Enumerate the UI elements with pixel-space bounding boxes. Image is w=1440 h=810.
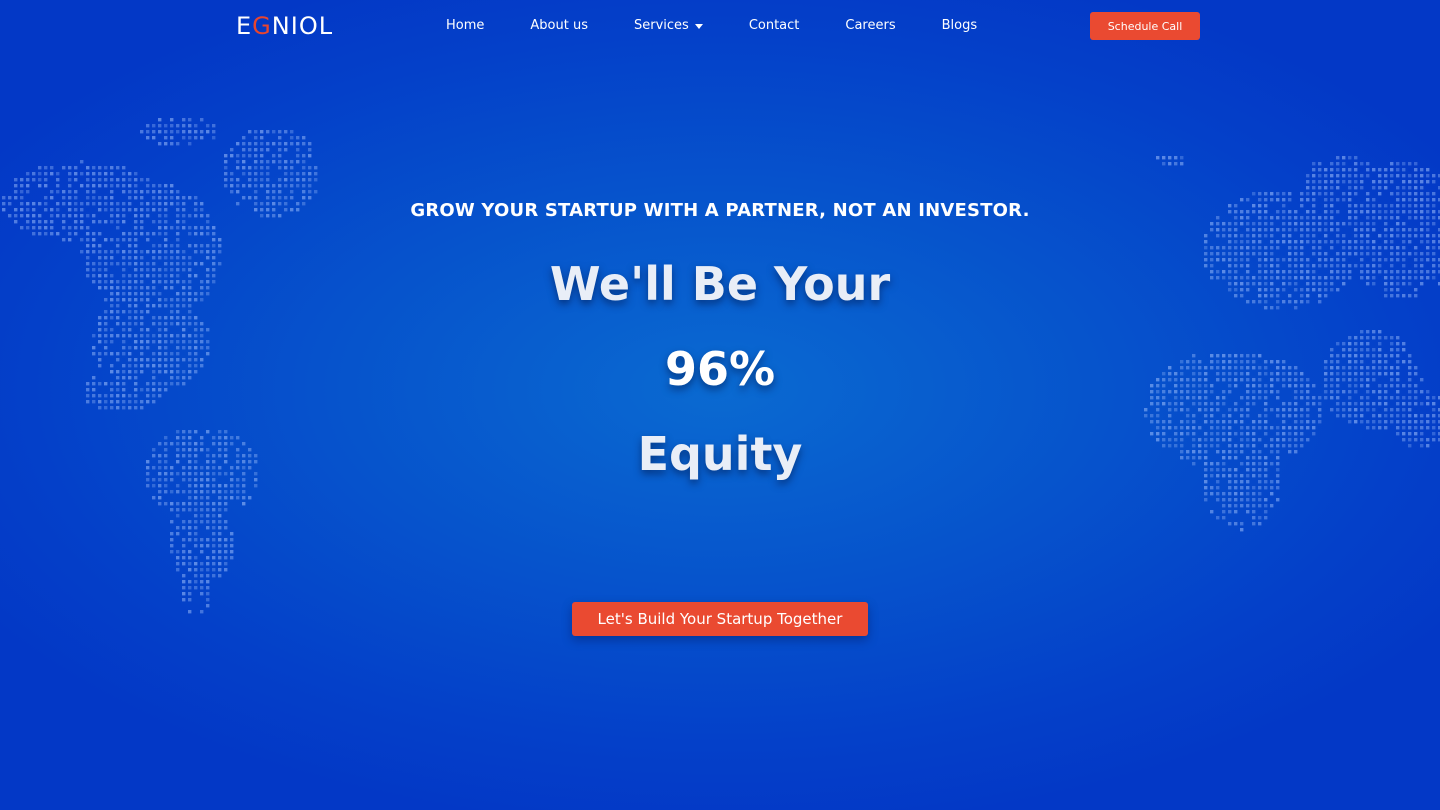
hero-tagline: GROW YOUR STARTUP WITH A PARTNER, NOT AN…: [410, 200, 1030, 221]
hero-headline-line-3: Equity: [637, 427, 803, 481]
build-startup-cta-button[interactable]: Let's Build Your Startup Together: [572, 602, 868, 636]
hero-section: GROW YOUR STARTUP WITH A PARTNER, NOT AN…: [0, 0, 1440, 810]
hero-headline-line-1: We'll Be Your: [549, 257, 891, 311]
hero-headline-line-2: 96%: [664, 342, 776, 396]
